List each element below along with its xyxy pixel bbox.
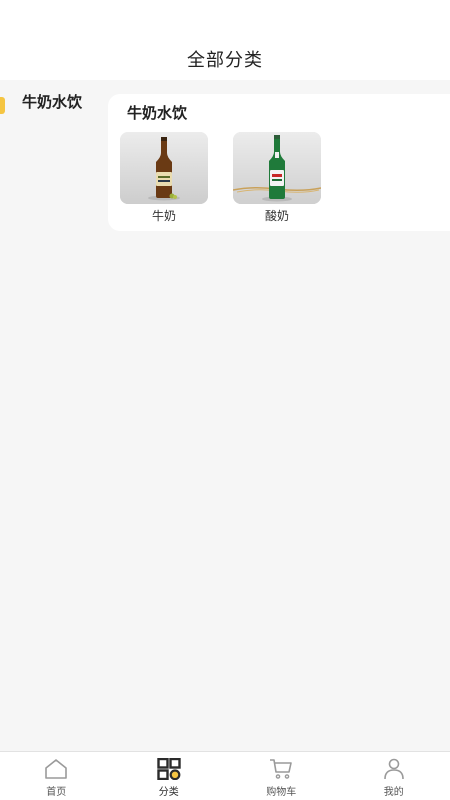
tab-category[interactable]: 分类	[113, 752, 226, 800]
amber-bottle-icon	[120, 132, 208, 204]
product-image	[233, 132, 321, 204]
product-name: 牛奶	[151, 209, 176, 223]
page-title: 全部分类	[187, 50, 263, 71]
tab-label: 我的	[383, 787, 404, 798]
category-title: 牛奶水饮	[127, 104, 188, 122]
sidebar-item-milk-drinks[interactable]: 牛奶水饮	[0, 80, 100, 130]
product-image	[120, 132, 208, 204]
tab-label: 购物车	[266, 787, 297, 798]
tab-label: 分类	[158, 787, 179, 798]
product-name: 酸奶	[264, 209, 289, 223]
active-indicator	[0, 97, 5, 114]
category-icon	[157, 758, 181, 780]
bottom-tab-bar: 首页 分类 购物车 我的	[0, 751, 450, 800]
cart-icon	[270, 759, 293, 779]
user-icon	[383, 758, 404, 780]
sidebar-item-label: 牛奶水饮	[22, 93, 83, 111]
category-sidebar: 牛奶水饮	[0, 80, 100, 752]
tab-label: 首页	[46, 787, 67, 798]
tab-cart[interactable]: 购物车	[225, 752, 338, 800]
green-bottle-icon	[233, 132, 321, 204]
home-icon	[45, 759, 68, 779]
product-card-yogurt[interactable]: 酸奶	[233, 132, 321, 224]
category-panel: 牛奶水饮 牛奶 酸奶	[108, 94, 450, 231]
product-card-milk[interactable]: 牛奶	[120, 132, 208, 224]
page-header: 全部分类	[0, 0, 450, 80]
tab-profile[interactable]: 我的	[338, 752, 450, 800]
tab-home[interactable]: 首页	[0, 752, 113, 800]
